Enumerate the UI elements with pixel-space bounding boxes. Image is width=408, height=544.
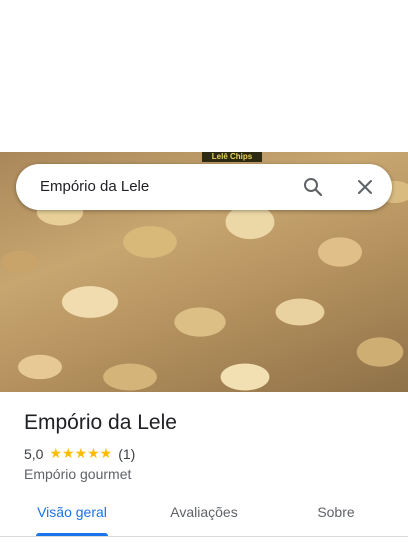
blank-header-area: [0, 0, 408, 152]
search-icon[interactable]: [303, 177, 323, 197]
place-title: Empório da Lele: [24, 411, 177, 434]
tab-about[interactable]: Sobre: [286, 500, 386, 536]
star-rating-icons: ★★★★★: [49, 445, 113, 461]
rating-row[interactable]: 5,0 ★★★★★ (1): [24, 445, 135, 462]
close-icon[interactable]: [356, 178, 374, 196]
review-count[interactable]: (1): [118, 446, 135, 462]
rating-value: 5,0: [24, 445, 44, 462]
tab-overview[interactable]: Visão geral: [22, 500, 122, 536]
place-card: Empório da Lele 5,0 ★★★★★ (1) Empório go…: [0, 392, 408, 544]
place-category: Empório gourmet: [24, 466, 132, 482]
search-input[interactable]: Empório da Lele: [40, 164, 149, 210]
tab-bar: Visão geral Avaliações Sobre: [0, 500, 408, 536]
photo-package-label: Lelê Chips: [202, 152, 262, 162]
divider: [0, 536, 408, 537]
search-bar[interactable]: Empório da Lele: [16, 164, 392, 210]
tab-reviews[interactable]: Avaliações: [154, 500, 254, 536]
